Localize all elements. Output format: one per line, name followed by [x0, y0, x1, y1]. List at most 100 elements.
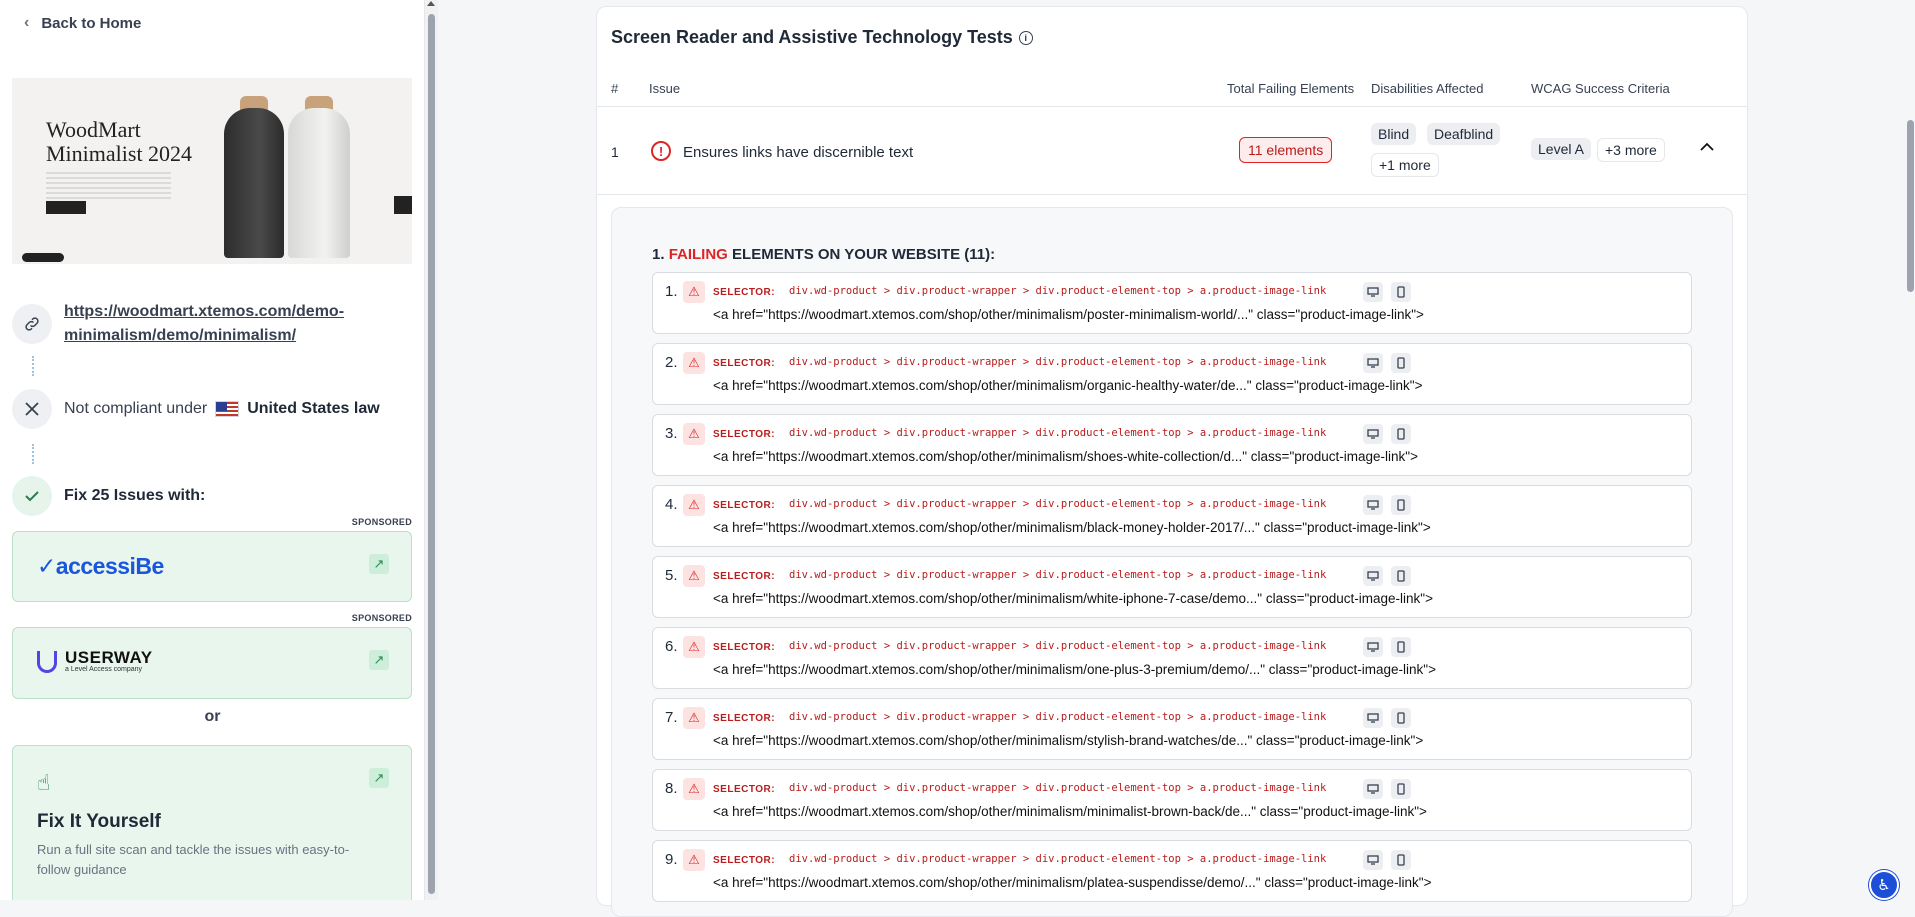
- chevron-up-icon[interactable]: [1699, 139, 1715, 157]
- element-html: <a href="https://woodmart.xtemos.com/sho…: [713, 733, 1424, 748]
- back-to-home-link[interactable]: ‹ Back to Home: [24, 14, 141, 32]
- selector-text: div.wd-product > div.product-wrapper > d…: [789, 640, 1327, 652]
- mobile-icon[interactable]: [1391, 282, 1411, 302]
- disability-more-tag[interactable]: +1 more: [1371, 153, 1439, 177]
- accessibe-logo: ✓accessiBe: [37, 553, 164, 579]
- site-url-link[interactable]: https://woodmart.xtemos.com/demo-minimal…: [64, 300, 394, 348]
- disability-tag: Deafblind: [1427, 123, 1501, 145]
- desktop-icon[interactable]: [1363, 637, 1383, 657]
- us-flag-icon: [215, 401, 240, 417]
- warning-icon: ⚠: [683, 352, 705, 374]
- wcag-more-tag[interactable]: +3 more: [1597, 138, 1665, 162]
- desktop-icon[interactable]: [1363, 850, 1383, 870]
- failing-element-row[interactable]: 2. ⚠ SELECTOR: div.wd-product > div.product…: [652, 343, 1692, 405]
- fix-issues-label: Fix 25 Issues with:: [64, 487, 206, 504]
- selector-text: div.wd-product > div.product-wrapper > d…: [789, 356, 1327, 368]
- scrollbar-thumb[interactable]: [428, 14, 435, 894]
- selector-text: div.wd-product > div.product-wrapper > d…: [789, 498, 1327, 510]
- desktop-icon[interactable]: [1363, 495, 1383, 515]
- warning-icon: ⚠: [683, 849, 705, 871]
- desktop-icon[interactable]: [1363, 779, 1383, 799]
- userway-logo: USERWAY a Level Access company: [37, 649, 153, 673]
- desktop-icon[interactable]: [1363, 566, 1383, 586]
- col-wcag: WCAG Success Criteria: [1531, 81, 1670, 96]
- desktop-icon[interactable]: [1363, 282, 1383, 302]
- table-header: # Issue Total Failing Elements Disabilit…: [597, 73, 1747, 107]
- desktop-icon[interactable]: [1363, 353, 1383, 373]
- warning-icon: ⚠: [683, 565, 705, 587]
- sponsored-label: SPONSORED: [351, 517, 412, 527]
- warning-icon: ⚠: [683, 423, 705, 445]
- warning-icon: ⚠: [683, 707, 705, 729]
- element-number: 3.: [665, 425, 678, 442]
- mobile-icon[interactable]: [1391, 566, 1411, 586]
- fix-row: Fix 25 Issues with:: [12, 476, 205, 516]
- warning-icon: ⚠: [683, 636, 705, 658]
- url-row: https://woodmart.xtemos.com/demo-minimal…: [12, 300, 394, 348]
- sidebar-scrollbar[interactable]: [425, 0, 438, 900]
- failing-element-row[interactable]: 9. ⚠ SELECTOR: div.wd-product > div.product…: [652, 840, 1692, 902]
- desktop-icon[interactable]: [1363, 708, 1383, 728]
- element-number: 9.: [665, 851, 678, 868]
- external-link-icon[interactable]: ↗: [369, 768, 389, 788]
- col-issue: Issue: [649, 81, 681, 96]
- element-html: <a href="https://woodmart.xtemos.com/sho…: [713, 875, 1432, 890]
- hand-pointer-icon: ☝: [37, 770, 51, 795]
- accessibility-icon: ♿: [1877, 877, 1891, 894]
- disability-tag: Blind: [1371, 123, 1417, 145]
- mobile-icon[interactable]: [1391, 495, 1411, 515]
- external-link-icon[interactable]: ↗: [369, 554, 389, 574]
- userway-card[interactable]: USERWAY a Level Access company ↗: [12, 627, 412, 699]
- selector-label: SELECTOR:: [713, 500, 776, 511]
- element-number: 2.: [665, 354, 678, 371]
- issue-text: Ensures links have discernible text: [683, 144, 914, 161]
- element-number: 5.: [665, 567, 678, 584]
- mobile-icon[interactable]: [1391, 637, 1411, 657]
- selector-label: SELECTOR:: [713, 855, 776, 866]
- mobile-icon[interactable]: [1391, 353, 1411, 373]
- element-html: <a href="https://woodmart.xtemos.com/sho…: [713, 591, 1433, 606]
- panel-title: Screen Reader and Assistive Technology T…: [611, 27, 1033, 48]
- link-icon: [12, 304, 52, 344]
- mobile-icon[interactable]: [1391, 850, 1411, 870]
- accessibility-widget-button[interactable]: ♿: [1869, 870, 1899, 900]
- selector-label: SELECTOR:: [713, 287, 776, 298]
- sponsored-label: SPONSORED: [351, 613, 412, 623]
- site-thumbnail: WoodMart Minimalist 2024: [12, 78, 412, 274]
- info-icon[interactable]: i: [1018, 30, 1033, 45]
- failing-element-row[interactable]: 8. ⚠ SELECTOR: div.wd-product > div.product…: [652, 769, 1692, 831]
- failing-elements-section: 1. FAILING ELEMENTS ON YOUR WEBSITE (11)…: [611, 207, 1733, 917]
- sidebar: ‹ Back to Home WoodMart Minimalist 2024 h…: [0, 0, 425, 900]
- external-link-icon[interactable]: ↗: [369, 650, 389, 670]
- test-panel: Screen Reader and Assistive Technology T…: [596, 6, 1748, 917]
- failing-element-row[interactable]: 5. ⚠ SELECTOR: div.wd-product > div.product…: [652, 556, 1692, 618]
- failing-element-row[interactable]: 1. ⚠ SELECTOR: div.wd-product > div.product…: [652, 272, 1692, 334]
- element-number: 6.: [665, 638, 678, 655]
- or-divider: or: [204, 708, 221, 725]
- accessibe-card[interactable]: ✓accessiBe ↗: [12, 531, 412, 602]
- scroll-up-icon[interactable]: [427, 1, 435, 6]
- failing-element-row[interactable]: 6. ⚠ SELECTOR: div.wd-product > div.product…: [652, 627, 1692, 689]
- error-icon: !: [651, 141, 671, 161]
- main-scrollbar[interactable]: [1906, 0, 1915, 900]
- table-row[interactable]: 1 ! Ensures links have discernible text …: [597, 107, 1747, 195]
- mobile-icon[interactable]: [1391, 779, 1411, 799]
- failing-element-row[interactable]: 3. ⚠ SELECTOR: div.wd-product > div.product…: [652, 414, 1692, 476]
- fix-yourself-title: Fix It Yourself: [37, 811, 161, 832]
- check-icon: [12, 476, 52, 516]
- element-html: <a href="https://woodmart.xtemos.com/sho…: [713, 804, 1427, 819]
- selector-label: SELECTOR:: [713, 642, 776, 653]
- element-number: 8.: [665, 780, 678, 797]
- col-number: #: [611, 81, 619, 96]
- element-html: <a href="https://woodmart.xtemos.com/sho…: [713, 307, 1424, 322]
- element-html: <a href="https://woodmart.xtemos.com/sho…: [713, 378, 1423, 393]
- scrollbar-thumb[interactable]: [1907, 120, 1914, 292]
- mobile-icon[interactable]: [1391, 708, 1411, 728]
- failing-elements-badge: 11 elements: [1239, 137, 1333, 163]
- mobile-icon[interactable]: [1391, 424, 1411, 444]
- desktop-icon[interactable]: [1363, 424, 1383, 444]
- failing-element-row[interactable]: 7. ⚠ SELECTOR: div.wd-product > div.product…: [652, 698, 1692, 760]
- failing-element-row[interactable]: 4. ⚠ SELECTOR: div.wd-product > div.product…: [652, 485, 1692, 547]
- element-html: <a href="https://woodmart.xtemos.com/sho…: [713, 520, 1431, 535]
- fix-yourself-card[interactable]: ☝ ↗ Fix It Yourself Run a full site scan…: [12, 745, 412, 900]
